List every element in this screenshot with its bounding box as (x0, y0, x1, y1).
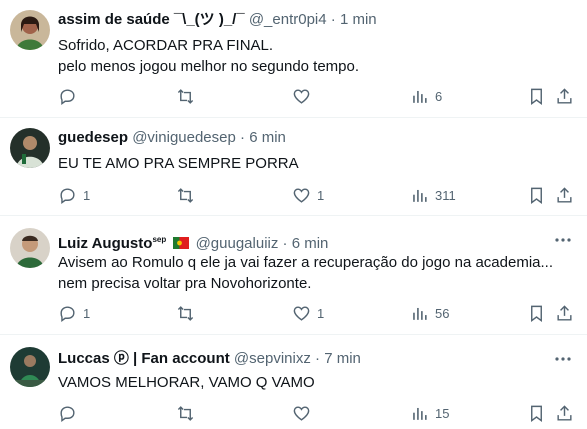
view-count: 6 (435, 88, 443, 104)
repost-button[interactable] (176, 185, 201, 205)
reply-count: 1 (83, 305, 91, 321)
bookmark-icon (531, 187, 542, 204)
post-text: Avisem ao Romulo q ele ja vai fazer a re… (58, 254, 554, 292)
repost-button[interactable] (176, 86, 201, 106)
bookmark-icon (531, 305, 542, 322)
reply-button[interactable]: 1 (58, 303, 90, 323)
share-icon (557, 404, 572, 421)
views-icon (413, 90, 427, 103)
heart-icon (293, 88, 310, 104)
timestamp[interactable]: 7 min (324, 350, 361, 367)
post-text: VAMOS MELHORAR, VAMO Q VAMO (58, 374, 315, 391)
heart-icon (293, 405, 310, 421)
like-button[interactable] (292, 403, 317, 423)
avatar[interactable] (10, 10, 50, 50)
separator: · (315, 350, 321, 367)
more-options-button[interactable] (553, 349, 573, 369)
share-button[interactable] (555, 86, 574, 106)
more-icon (555, 238, 571, 242)
post[interactable]: Luiz Augustosep @guugaluiiz · 6 min Avis… (0, 216, 587, 335)
reply-icon (60, 305, 75, 322)
repost-icon (177, 305, 194, 321)
handle[interactable]: @guugaluiiz (196, 235, 279, 252)
avatar[interactable] (10, 347, 50, 387)
repost-icon (177, 88, 194, 104)
repost-button[interactable] (176, 403, 201, 423)
more-options-button[interactable] (553, 230, 573, 250)
reply-button[interactable]: 1 (58, 185, 90, 205)
views-button[interactable]: 6 (410, 86, 442, 106)
bookmark-icon (531, 405, 542, 422)
heart-icon (293, 187, 310, 203)
display-name[interactable]: guedesep (58, 129, 128, 146)
separator: · (282, 235, 288, 252)
post-text: Sofrido, ACORDAR PRA FINAL. pelo menos j… (58, 37, 360, 75)
like-button[interactable]: 1 (292, 303, 324, 323)
share-button[interactable] (555, 403, 574, 423)
display-name[interactable]: Luccas ⓟ | Fan account (58, 350, 230, 367)
bookmark-icon (531, 88, 542, 105)
like-button[interactable] (292, 86, 317, 106)
like-count: 1 (317, 187, 325, 203)
views-button[interactable]: 311 (410, 185, 456, 205)
like-count: 1 (317, 305, 325, 321)
bookmark-button[interactable] (527, 403, 546, 423)
bookmark-button[interactable] (527, 303, 546, 323)
views-icon (413, 189, 427, 202)
view-count: 311 (435, 187, 456, 203)
post-actions: 6 (58, 86, 578, 106)
views-button[interactable]: 15 (410, 403, 449, 423)
post-actions: 1 1 56 (58, 303, 578, 323)
handle[interactable]: @_entr0pi4 (249, 11, 327, 28)
avatar[interactable] (10, 228, 50, 268)
display-name[interactable]: assim de saúde ¯\_(ツ )_/¯ (58, 11, 245, 28)
reply-button[interactable] (58, 86, 83, 106)
share-icon (557, 87, 572, 104)
handle[interactable]: @viniguedesep (132, 129, 236, 146)
separator: · (330, 11, 336, 28)
reply-icon (60, 187, 75, 204)
reply-button[interactable] (58, 403, 83, 423)
bookmark-button[interactable] (527, 86, 546, 106)
heart-icon (293, 305, 310, 321)
timestamp[interactable]: 6 min (292, 235, 329, 252)
portugal-flag-icon (173, 237, 190, 249)
avatar[interactable] (10, 128, 50, 168)
share-icon (557, 304, 572, 321)
reply-icon (60, 405, 75, 422)
timestamp[interactable]: 6 min (249, 129, 286, 146)
timestamp[interactable]: 1 min (340, 11, 377, 28)
bookmark-button[interactable] (527, 185, 546, 205)
handle[interactable]: @sepvinixz (234, 350, 311, 367)
views-button[interactable]: 56 (410, 303, 449, 323)
share-icon (557, 186, 572, 203)
name-suffix: sep (152, 235, 167, 244)
view-count: 56 (435, 305, 450, 321)
reply-count: 1 (83, 187, 91, 203)
repost-button[interactable] (176, 303, 201, 323)
more-icon (555, 357, 571, 361)
post-actions: 1 1 311 (58, 185, 578, 205)
reply-icon (60, 88, 75, 105)
repost-icon (177, 405, 194, 421)
views-icon (413, 407, 427, 420)
share-button[interactable] (555, 303, 574, 323)
share-button[interactable] (555, 185, 574, 205)
post[interactable]: guedesep @viniguedesep · 6 min EU TE AMO… (0, 118, 587, 216)
repost-icon (177, 187, 194, 203)
like-button[interactable]: 1 (292, 185, 324, 205)
views-icon (413, 307, 427, 320)
post[interactable]: assim de saúde ¯\_(ツ )_/¯ @_entr0pi4 · 1… (0, 0, 587, 118)
post-text: EU TE AMO PRA SEMPRE PORRA (58, 155, 299, 172)
post[interactable]: Luccas ⓟ | Fan account @sepvinixz · 7 mi… (0, 335, 587, 429)
post-actions: 15 (58, 403, 578, 423)
display-name[interactable]: Luiz Augusto (58, 235, 152, 252)
view-count: 15 (435, 405, 450, 421)
separator: · (240, 129, 246, 146)
